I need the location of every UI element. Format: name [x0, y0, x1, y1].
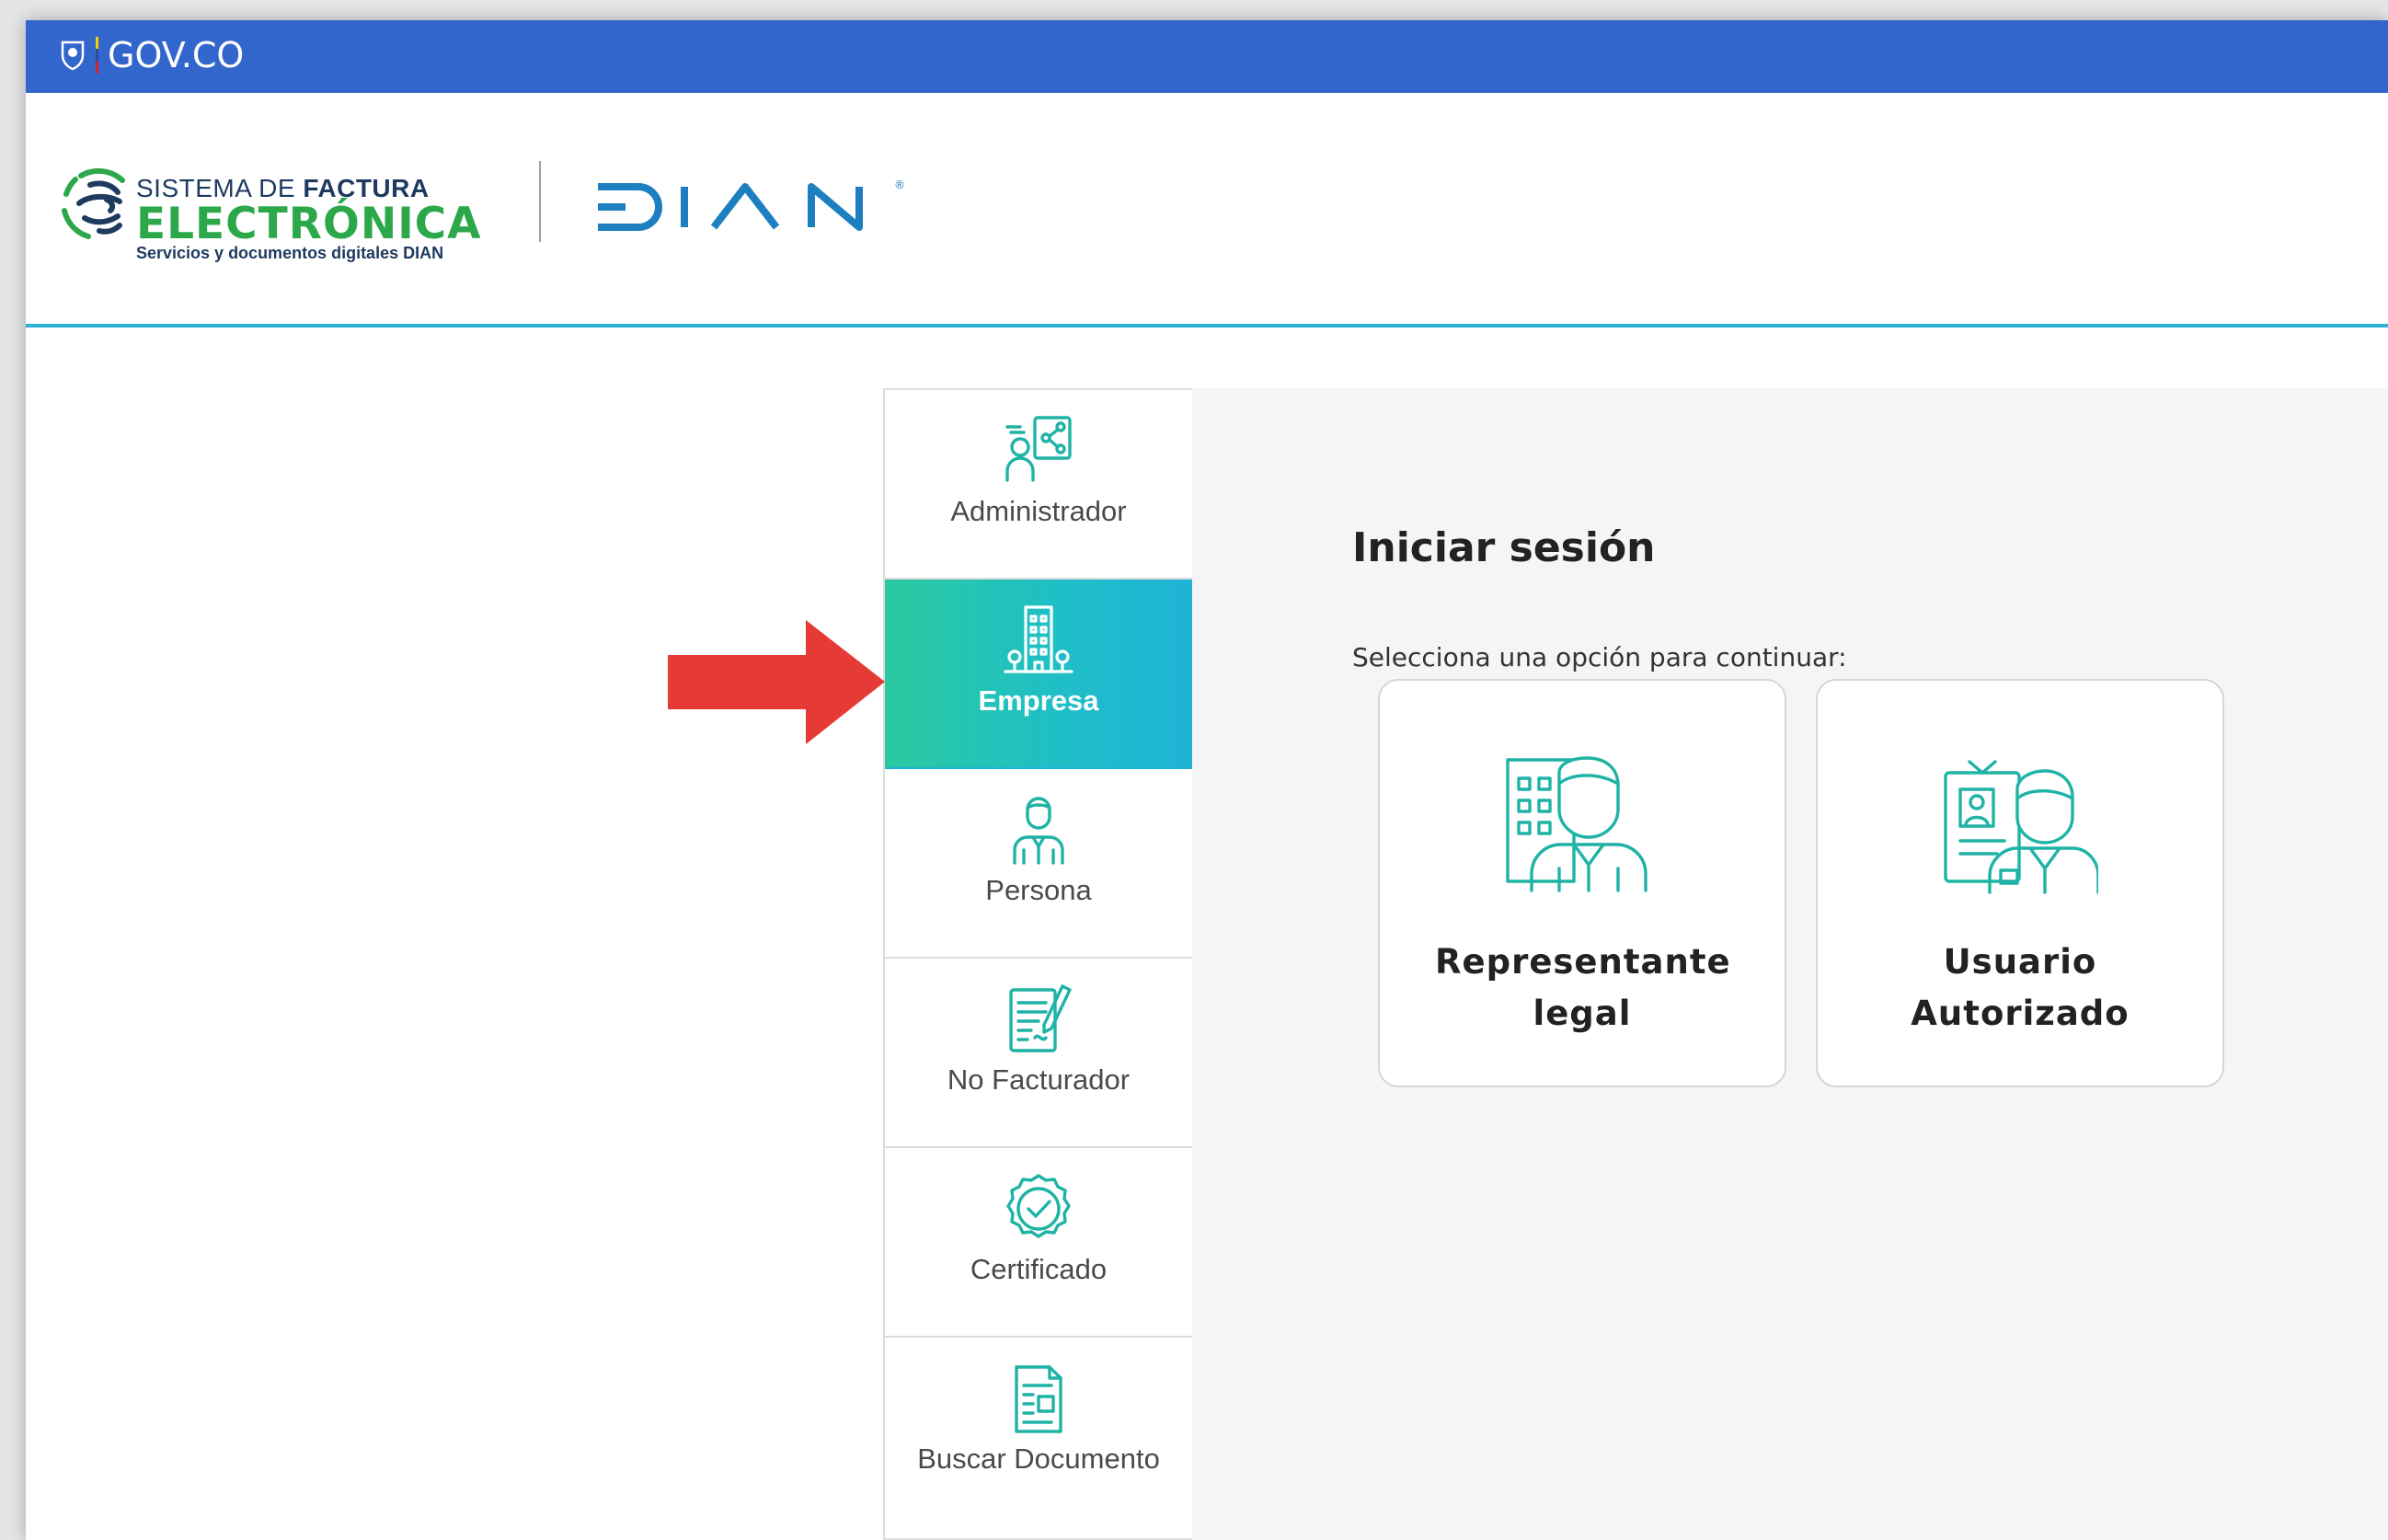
building-icon — [1004, 605, 1073, 673]
brand-divider — [539, 161, 541, 242]
certificate-badge-icon — [1006, 1174, 1071, 1238]
gov-logo-text: GOV.CO — [108, 35, 245, 75]
search-document-icon — [1015, 1365, 1062, 1433]
tab-label: Persona — [985, 874, 1092, 906]
fe-line2: ELECTRÓNICA — [136, 199, 482, 249]
page-title: Iniciar sesión — [1352, 524, 1656, 571]
option-card-representante-legal[interactable]: Representante legal — [1378, 679, 1786, 1087]
legal-representative-icon — [1506, 756, 1647, 892]
login-instructions: Selecciona una opción para continuar: — [1352, 642, 1847, 672]
browser-page: GOV.CO SISTEMA DE FACTURA ELECTRÓNICA Se… — [26, 20, 2388, 1540]
tab-no-facturador[interactable]: No Facturador — [885, 959, 1192, 1148]
tab-buscar-documento[interactable]: Buscar Documento — [885, 1338, 1192, 1527]
tab-label: No Facturador — [947, 1063, 1131, 1096]
person-icon — [1013, 797, 1064, 865]
tab-label: Administrador — [950, 495, 1127, 527]
authorized-user-icon — [1944, 760, 2098, 894]
document-pen-icon — [1009, 984, 1072, 1052]
option-label: Representante legal — [1435, 942, 1731, 1033]
tab-persona[interactable]: Persona — [885, 769, 1192, 959]
fe-line3: Servicios y documentos digitales DIAN — [136, 244, 444, 262]
gov-co-logo[interactable]: GOV.CO — [59, 31, 244, 79]
tab-label: Certificado — [970, 1253, 1108, 1285]
tab-empresa[interactable]: Empresa — [885, 580, 1192, 769]
gov-flag-separator — [96, 37, 98, 74]
tab-label: Empresa — [978, 684, 1099, 717]
login-type-tabs: Administrador Empresa Persona No Factura… — [883, 388, 1192, 1540]
red-annotation-arrow-icon — [668, 620, 885, 744]
option-card-usuario-autorizado[interactable]: Usuario Autorizado — [1816, 679, 2224, 1087]
dian-logo: ® — [598, 178, 905, 231]
option-label: Usuario Autorizado — [1911, 942, 2130, 1033]
tab-label: Buscar Documento — [917, 1442, 1160, 1475]
factura-electronica-logo: SISTEMA DE FACTURA ELECTRÓNICA Servicios… — [136, 174, 482, 263]
tab-administrador[interactable]: Administrador — [885, 390, 1192, 580]
tab-certificado[interactable]: Certificado — [885, 1148, 1192, 1338]
svg-text:®: ® — [894, 178, 905, 191]
colombia-shield-icon — [61, 40, 85, 71]
brand-header: SISTEMA DE FACTURA ELECTRÓNICA Servicios… — [26, 93, 2388, 328]
gov-top-bar: GOV.CO — [26, 20, 2388, 93]
admin-network-icon — [1005, 416, 1072, 482]
